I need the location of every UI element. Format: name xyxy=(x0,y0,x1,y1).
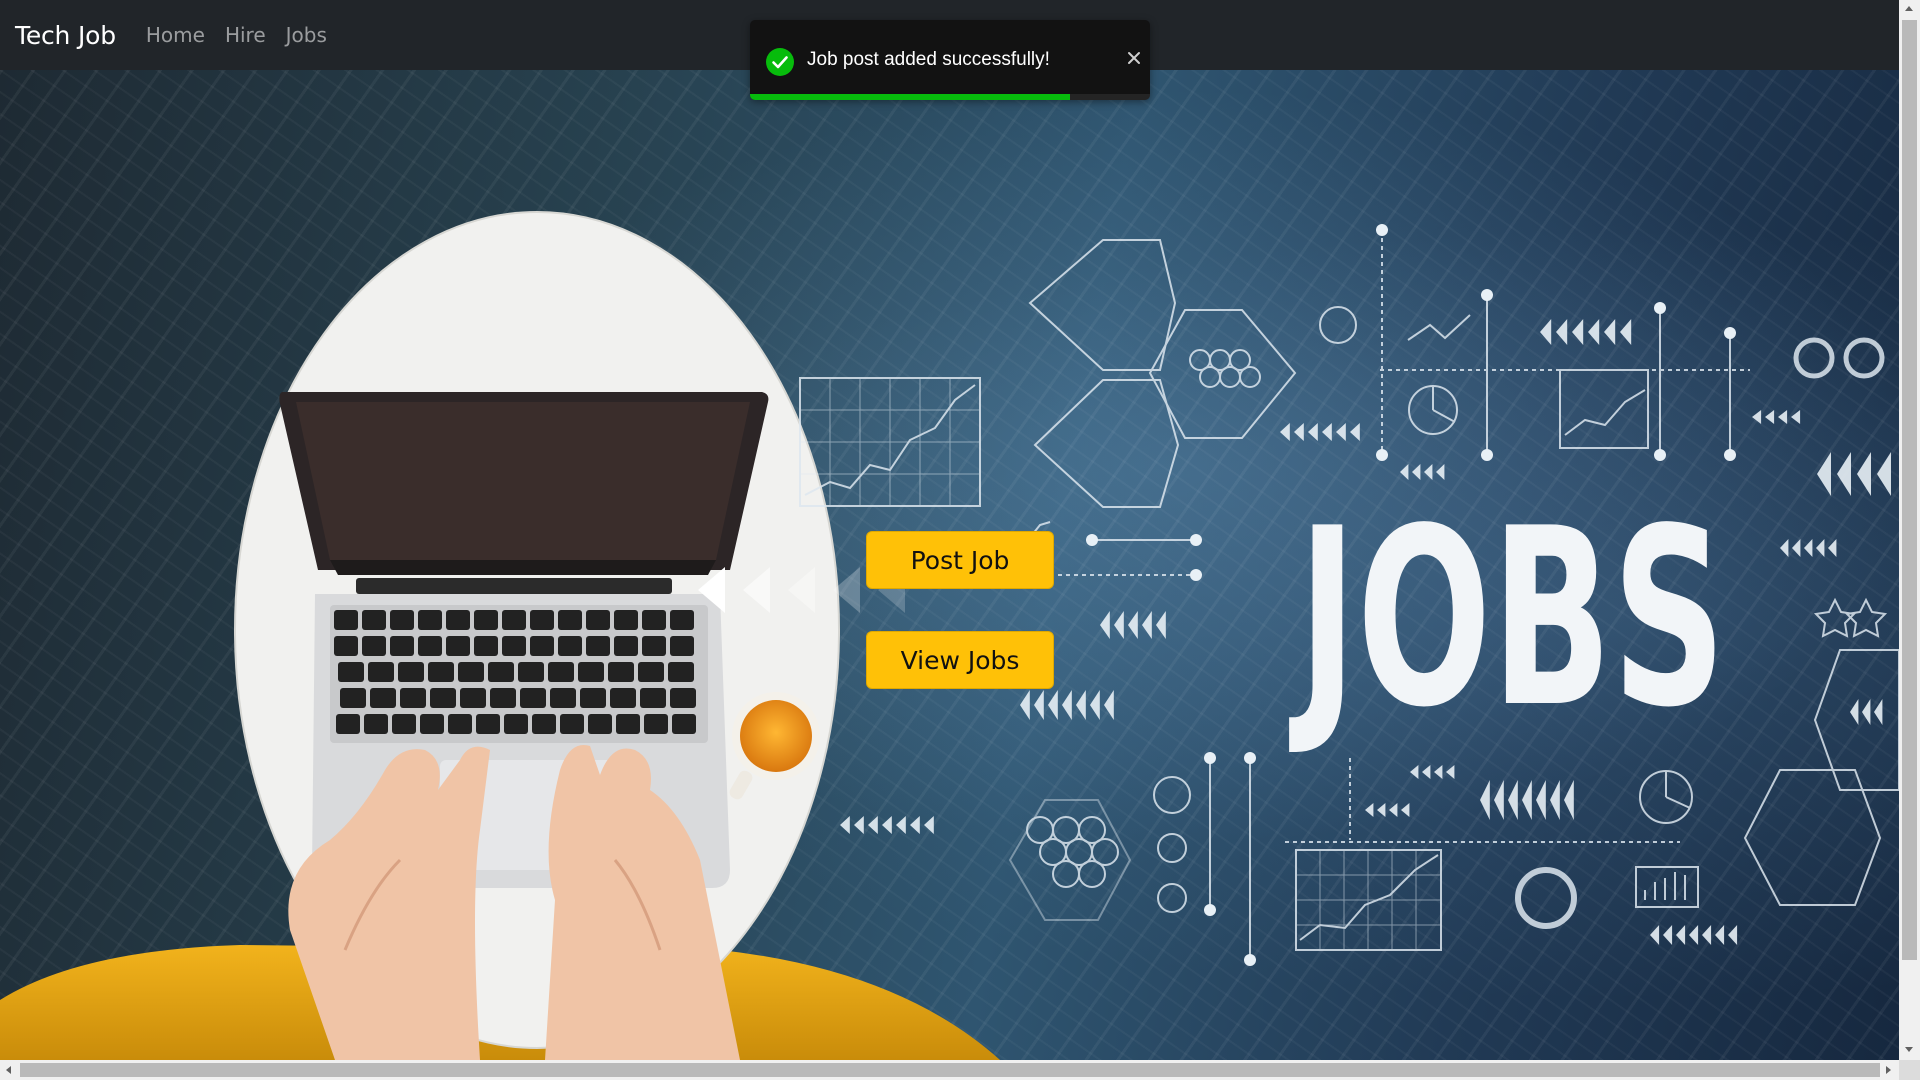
close-icon[interactable] xyxy=(1126,50,1142,66)
scroll-left-arrow-icon[interactable] xyxy=(6,1066,11,1074)
brand-logo[interactable]: Tech Job xyxy=(15,21,116,50)
toast-progress-bar xyxy=(750,94,1150,100)
post-job-button[interactable]: Post Job xyxy=(866,531,1054,589)
nav-link-jobs[interactable]: Jobs xyxy=(286,23,327,47)
jobs-headline: JOBS xyxy=(1289,476,1726,761)
nav-link-hire[interactable]: Hire xyxy=(225,23,266,47)
scrollbar-corner xyxy=(1899,1060,1920,1080)
nav-link-home[interactable]: Home xyxy=(146,23,205,47)
scroll-up-arrow-icon[interactable] xyxy=(1905,6,1913,11)
vertical-scroll-thumb[interactable] xyxy=(1902,20,1917,960)
check-circle-icon xyxy=(766,48,794,76)
toast-progress-fill xyxy=(750,94,1070,100)
horizontal-scroll-thumb[interactable] xyxy=(20,1063,1880,1077)
app-root: Tech Job Home Hire Jobs JOBS Post Job Vi… xyxy=(0,0,1920,1080)
horizontal-scrollbar[interactable] xyxy=(0,1060,1920,1080)
scroll-down-arrow-icon[interactable] xyxy=(1905,1047,1913,1052)
success-toast: Job post added successfully! xyxy=(750,20,1150,100)
scroll-right-arrow-icon[interactable] xyxy=(1886,1066,1891,1074)
toast-message: Job post added successfully! xyxy=(807,49,1050,70)
view-jobs-button[interactable]: View Jobs xyxy=(866,631,1054,689)
vertical-scrollbar[interactable] xyxy=(1899,0,1920,1060)
